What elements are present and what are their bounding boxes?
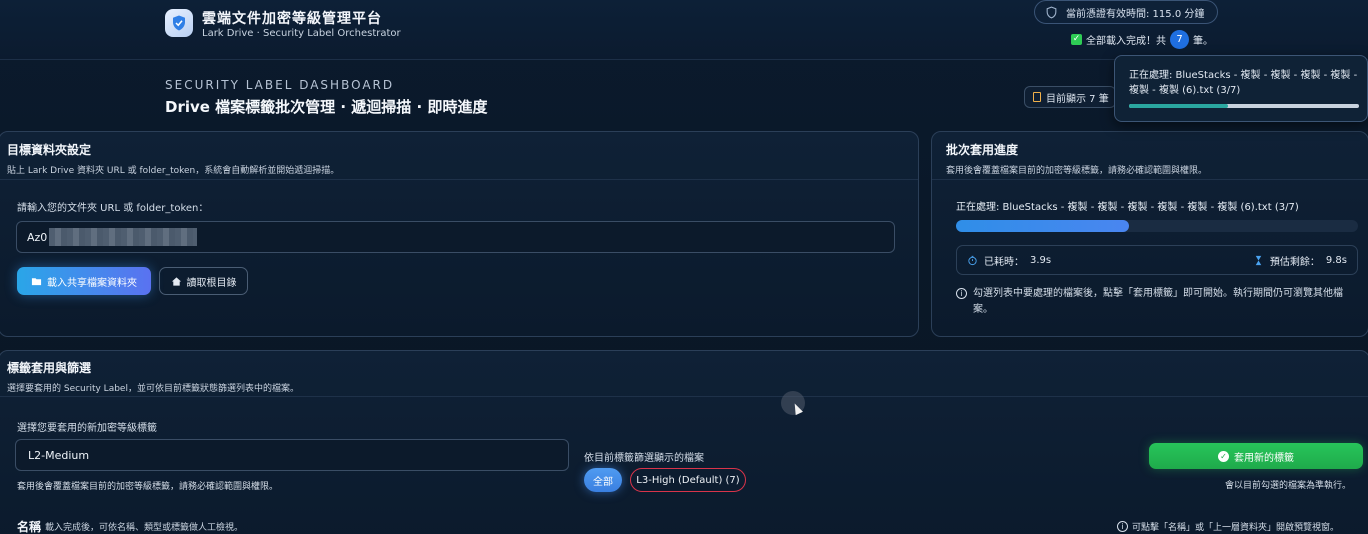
remaining-value: 9.8s	[1325, 254, 1347, 266]
check-icon: ✓	[1071, 34, 1082, 45]
home-icon	[171, 276, 181, 286]
preview-note-text: 可點擊「名稱」或「上一層資料夾」開啟預覽視窗。	[1132, 523, 1340, 533]
name-column-desc: 載入完成後，可依名稱、類型或標籤做人工檢視。	[45, 523, 244, 533]
security-label-select[interactable]: L2-Medium	[15, 439, 569, 471]
credential-status-pill: 當前憑證有效時間: 115.0 分鐘	[1034, 0, 1218, 24]
filter-chip-all[interactable]: 全部	[584, 468, 622, 492]
time-stats: 已耗時： 3.9s 預估剩餘： 9.8s	[956, 245, 1358, 275]
name-column-title: 名稱	[17, 520, 42, 534]
stopwatch-icon	[968, 255, 977, 265]
showing-count-pill: 目前顯示 7 筆	[1024, 86, 1116, 108]
target-folder-header: 目標資料夾設定 貼上 Lark Drive 資料夾 URL 或 folder_t…	[0, 132, 918, 180]
check-circle-icon: ✓	[1218, 450, 1229, 462]
load-status-suffix: 筆。	[1193, 36, 1213, 47]
target-folder-title: 目標資料夾設定	[7, 143, 92, 157]
batch-progress-header: 批次套用進度 套用後會覆蓋檔案目前的加密等級標籤，請務必確認範圍與權限。	[932, 132, 1368, 180]
filter-chip-l3-high[interactable]: L3-High (Default) (7)	[630, 468, 746, 492]
dashboard-kicker: SECURITY LABEL DASHBOARD	[165, 78, 395, 92]
file-count-badge: 7	[1170, 30, 1189, 49]
label-apply-card: 標籤套用與篩選 選擇要套用的 Security Label，並可依目前標籤狀態篩…	[0, 350, 1368, 534]
dashboard-title: Drive 檔案標籤批次管理 · 遞迴掃描 · 即時進度	[165, 98, 488, 116]
redacted-token	[49, 228, 198, 246]
elapsed-value: 3.9s	[1030, 254, 1052, 266]
folder-icon	[31, 277, 42, 285]
toast-progress-bar	[1129, 104, 1359, 108]
toast-progress-fill	[1129, 104, 1228, 108]
batch-progress-bar	[956, 220, 1358, 232]
credential-text: 當前憑證有效時間: 115.0 分鐘	[1066, 8, 1205, 20]
info-icon: i	[1117, 521, 1128, 532]
batch-progress-fill	[956, 220, 1129, 232]
app-title: 雲端文件加密等級管理平台	[202, 11, 382, 27]
batch-progress-title: 批次套用進度	[946, 143, 1019, 157]
processing-toast: 正在處理: BlueStacks - 複製 - 複製 - 複製 - 複製 - 複…	[1114, 55, 1368, 122]
security-label-value: L2-Medium	[28, 448, 90, 462]
load-shared-folder-label: 載入共享檔案資料夾	[47, 277, 137, 289]
target-folder-desc: 貼上 Lark Drive 資料夾 URL 或 folder_token，系統會…	[7, 166, 340, 176]
folder-url-input[interactable]: Az0	[16, 221, 895, 253]
batch-progress-card: 批次套用進度 套用後會覆蓋檔案目前的加密等級標籤，請務必確認範圍與權限。 正在處…	[931, 131, 1368, 337]
label-apply-title: 標籤套用與篩選	[7, 361, 92, 375]
progress-note: i 勾選列表中要處理的檔案後，點擊「套用標籤」即可開始。執行期間仍可瀏覽其他檔案…	[956, 286, 1360, 318]
document-icon	[1033, 92, 1041, 102]
hourglass-icon	[1255, 255, 1262, 265]
load-status: ✓ 全部載入完成！共 7 筆。	[1071, 30, 1213, 49]
shield-logo-icon	[165, 9, 193, 37]
apply-label-button[interactable]: ✓ 套用新的標籤	[1149, 443, 1363, 469]
toast-text: 正在處理: BlueStacks - 複製 - 複製 - 複製 - 複製 - 複…	[1129, 70, 1358, 96]
elapsed-stat: 已耗時： 3.9s	[967, 253, 1051, 268]
progress-note-text: 勾選列表中要處理的檔案後，點擊「套用標籤」即可開始。執行期間仍可瀏覽其他檔案。	[973, 288, 1343, 315]
target-folder-card: 目標資料夾設定 貼上 Lark Drive 資料夾 URL 或 folder_t…	[0, 131, 919, 337]
load-status-prefix: 全部載入完成！共	[1086, 36, 1166, 47]
shield-icon	[1046, 6, 1057, 19]
select-help: 套用後會覆蓋檔案目前的加密等級標籤，請務必確認範圍與權限。	[17, 482, 279, 492]
apply-help: 會以目前勾選的檔案為準執行。	[1225, 481, 1352, 491]
elapsed-label: 已耗時：	[984, 256, 1024, 268]
preview-note: i 可點擊「名稱」或「上一層資料夾」開啟預覽視窗。	[1117, 520, 1339, 533]
app-subtitle: Lark Drive · Security Label Orchestrator	[202, 28, 401, 39]
apply-label-text: 套用新的標籤	[1234, 452, 1294, 464]
read-root-button[interactable]: 讀取根目錄	[159, 267, 248, 295]
top-header: 雲端文件加密等級管理平台 Lark Drive · Security Label…	[0, 0, 1368, 60]
load-shared-folder-button[interactable]: 載入共享檔案資料夾	[17, 267, 151, 295]
remaining-stat: 預估剩餘： 9.8s	[1253, 253, 1347, 268]
label-apply-header: 標籤套用與篩選 選擇要套用的 Security Label，並可依目前標籤狀態篩…	[0, 351, 1368, 397]
batch-progress-desc: 套用後會覆蓋檔案目前的加密等級標籤，請務必確認範圍與權限。	[946, 166, 1208, 176]
filter-label: 依目前標籤篩選顯示的檔案	[584, 453, 704, 464]
info-icon: i	[956, 288, 967, 299]
read-root-label: 讀取根目錄	[186, 277, 237, 289]
folder-url-value: Az0	[27, 230, 48, 244]
showing-count-text: 目前顯示 7 筆	[1046, 93, 1109, 105]
processing-text: 正在處理: BlueStacks - 複製 - 複製 - 複製 - 複製 - 複…	[956, 202, 1299, 213]
remaining-label: 預估剩餘：	[1269, 256, 1320, 268]
label-apply-desc: 選擇要套用的 Security Label，並可依目前標籤狀態篩選列表中的檔案。	[7, 384, 299, 394]
select-label: 選擇您要套用的新加密等級標籤	[17, 423, 157, 434]
folder-input-label: 請輸入您的文件夾 URL 或 folder_token：	[17, 203, 209, 214]
